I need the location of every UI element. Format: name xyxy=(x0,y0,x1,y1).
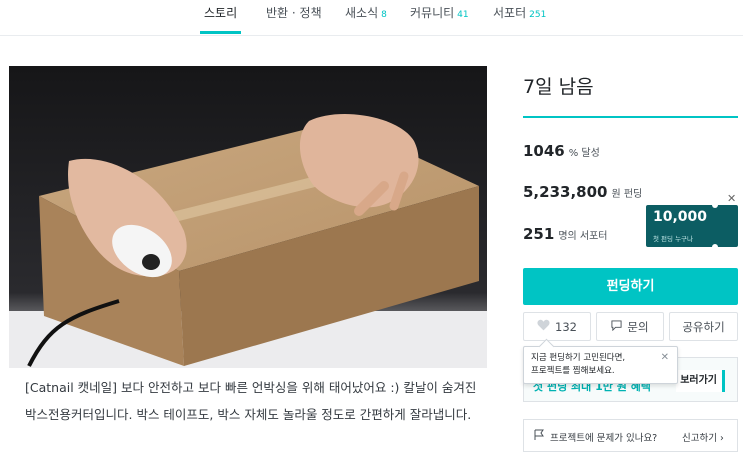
tab-count: 41 xyxy=(457,10,469,20)
tab-policy[interactable]: 반환 · 정책 xyxy=(266,0,322,36)
like-button[interactable]: 132 xyxy=(523,312,591,341)
tab-label: 반환 · 정책 xyxy=(266,6,322,20)
percent-unit: % 달성 xyxy=(568,148,600,159)
close-icon[interactable]: ✕ xyxy=(727,192,736,205)
coupon-subtitle: 첫 펀딩 누구나 xyxy=(653,235,694,243)
tab-count: 251 xyxy=(529,10,547,20)
coupon-amount: 10,000 xyxy=(653,209,708,225)
amount-value: 5,233,800 xyxy=(523,183,608,201)
inquiry-label: 문의 xyxy=(627,319,649,334)
flag-icon xyxy=(534,429,545,444)
share-label: 공유하기 xyxy=(682,319,725,334)
heart-icon xyxy=(537,319,550,334)
tab-supporters[interactable]: 서포터 251 xyxy=(493,0,546,36)
coupon-badge[interactable]: 10,000 첫 펀딩 누구나 xyxy=(646,202,738,250)
tab-label: 새소식 xyxy=(345,6,379,20)
tab-count: 8 xyxy=(381,10,387,20)
tab-story[interactable]: 스토리 xyxy=(199,0,242,36)
tab-news[interactable]: 새소식 8 xyxy=(345,0,387,36)
top-nav: 스토리 반환 · 정책 새소식 8 커뮤니티 41 서포터 251 xyxy=(0,0,743,36)
promo-view-button[interactable]: 보러가기 xyxy=(676,370,725,392)
supporters-value: 251 xyxy=(523,225,555,243)
supporter-count: 251 명의 서포터 xyxy=(523,224,608,243)
chat-icon xyxy=(611,319,622,334)
report-link[interactable]: 신고하기 › xyxy=(682,430,724,444)
tab-community[interactable]: 커뮤니티 41 xyxy=(410,0,469,36)
amount-unit: 원 펀딩 xyxy=(611,189,643,200)
days-left: 7일 남음 xyxy=(523,76,594,98)
wishlist-tooltip: 지금 펀딩하기 고민된다면, 프로젝트를 찜해보세요. ✕ xyxy=(523,346,678,384)
tooltip-line: 지금 펀딩하기 고민된다면, xyxy=(531,353,626,363)
story-description: [Catnail 캣네일] 보다 안전하고 보다 빠른 언박싱을 위해 태어났어… xyxy=(25,380,477,422)
like-count: 132 xyxy=(555,319,577,334)
product-photo-illustration xyxy=(9,66,487,368)
tab-label: 서포터 xyxy=(493,6,527,20)
report-box[interactable]: 프로젝트에 문제가 있나요? 신고하기 › xyxy=(523,419,738,452)
funding-percent: 1046% 달성 xyxy=(523,141,600,160)
tooltip-line: 프로젝트를 찜해보세요. xyxy=(531,366,615,376)
inquiry-button[interactable]: 문의 xyxy=(596,312,664,341)
close-icon[interactable]: ✕ xyxy=(661,351,669,364)
tab-label: 스토리 xyxy=(204,6,238,20)
funding-amount: 5,233,800 원 펀딩 xyxy=(523,182,642,201)
coupon-notch xyxy=(712,202,718,208)
fund-button[interactable]: 펀딩하기 xyxy=(523,268,738,305)
coupon-notch xyxy=(712,244,718,250)
percent-value: 1046 xyxy=(523,142,565,160)
product-photo xyxy=(9,66,487,368)
progress-divider xyxy=(523,116,738,118)
share-button[interactable]: 공유하기 xyxy=(669,312,738,341)
supporters-unit: 명의 서포터 xyxy=(558,231,608,242)
report-question: 프로젝트에 문제가 있나요? xyxy=(550,433,658,444)
tab-label: 커뮤니티 xyxy=(410,6,455,20)
